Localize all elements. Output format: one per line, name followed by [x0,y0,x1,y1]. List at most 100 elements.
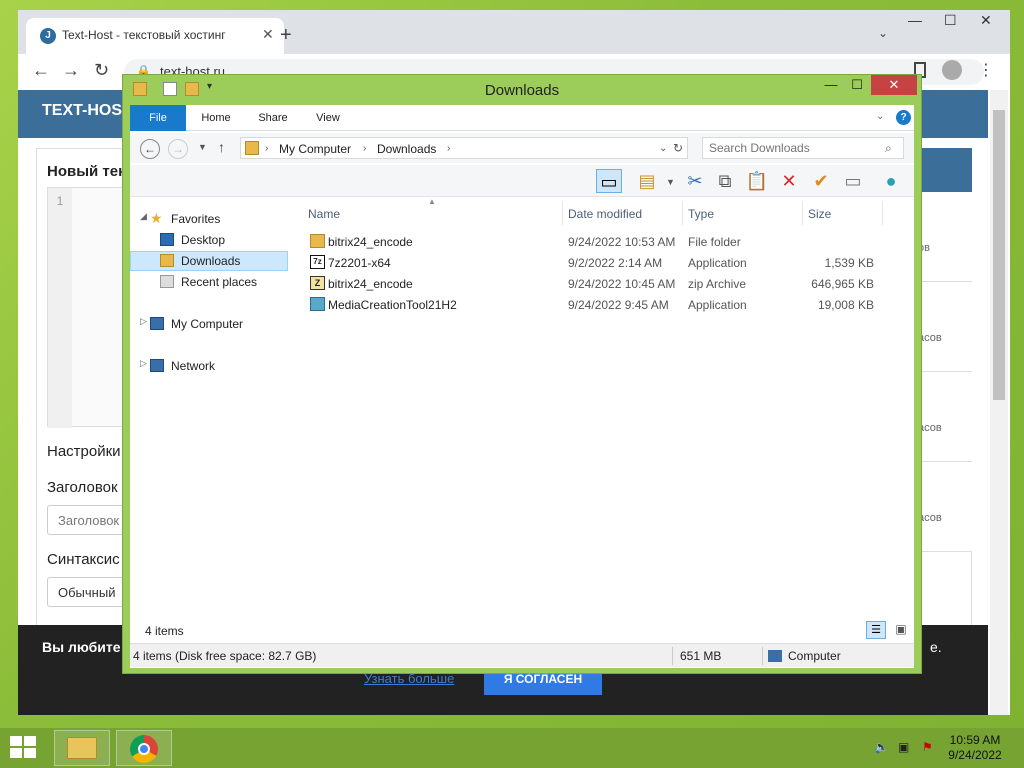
new-tab-button[interactable]: + [280,24,292,47]
breadcrumb-root[interactable]: My Computer [279,142,351,156]
menu-icon[interactable]: ⋮ [978,60,994,80]
nav-my-computer[interactable]: ▷ My Computer [130,314,288,334]
maximize-icon[interactable]: ☐ [843,75,871,95]
location-status: Computer [788,649,841,663]
search-input[interactable] [709,141,879,155]
cookie-message-tail: е. [930,639,942,655]
new-folder-icon[interactable]: ▤ [634,169,660,193]
recent-locations-icon[interactable]: ▼ [198,142,207,152]
column-divider[interactable] [682,201,683,225]
selection-size: 651 MB [680,649,722,663]
tab-search-icon[interactable]: ⌄ [878,26,888,40]
copy-icon[interactable]: ⧉ [712,169,738,193]
network-icon[interactable]: ▣ [898,740,909,754]
address-dropdown-icon[interactable]: ⌄ [659,143,667,154]
site-logo[interactable]: TEXT-HOST [42,102,132,120]
reload-icon[interactable]: ↻ [94,60,109,81]
settings-heading: Настройки [47,443,121,460]
chevron-right-icon[interactable]: › [265,143,268,154]
file-row[interactable]: MediaCreationTool21H2 9/24/2022 9:45 AM … [300,294,900,315]
tab-home[interactable]: Home [186,105,246,131]
clock[interactable]: 10:59 AM 9/24/2022 [940,733,1010,763]
rename-icon[interactable]: ✔ [808,169,834,193]
folder-icon [310,234,325,248]
action-center-icon[interactable]: ⚑ [922,740,933,754]
web-icon[interactable]: ● [878,169,904,193]
ribbon-tabs: File Home Share View ⌄ ? [130,105,914,131]
file-row[interactable]: bitrix24_encode 9/24/2022 10:53 AM File … [300,231,900,252]
scrollbar-thumb[interactable] [993,110,1005,400]
column-size[interactable]: Size [808,207,831,221]
page-scrollbar[interactable] [990,90,1008,715]
address-bar[interactable]: › My Computer › Downloads › ⌄ ↻ [240,137,688,159]
item-count: 4 items [145,624,184,638]
nav-favorites[interactable]: ◢ ★ Favorites [130,209,288,229]
syntax-label: Синтаксис [47,551,120,568]
refresh-icon[interactable]: ↻ [673,141,683,155]
properties-icon[interactable]: ▭ [840,169,866,193]
details-view-icon[interactable]: ☰ [866,621,886,639]
column-divider[interactable] [562,201,563,225]
cookie-message: Вы любите [42,639,121,655]
preview-pane-icon[interactable]: ▭ [596,169,622,193]
chevron-right-icon[interactable]: › [447,143,450,154]
address-row: ← → ▼ ↑ › My Computer › Downloads › ⌄ ↻ … [130,133,914,163]
back-icon[interactable]: ← [32,60,50,81]
column-date-modified[interactable]: Date modified [568,207,642,221]
nav-desktop[interactable]: Desktop [130,230,288,250]
help-icon[interactable]: ? [896,110,911,125]
nav-downloads[interactable]: Downloads [130,251,288,271]
column-name[interactable]: Name [308,207,340,221]
explorer-content: File Home Share View ⌄ ? ← → ▼ ↑ › My Co… [130,105,914,668]
chrome-icon [130,735,158,763]
close-icon[interactable]: ✕ [980,12,992,29]
desktop-icon [160,233,174,246]
chevron-right-icon[interactable]: › [363,143,366,154]
disk-space-status: 4 items (Disk free space: 82.7 GB) [133,649,317,663]
file-explorer-taskbar-button[interactable] [54,730,110,766]
minimize-icon[interactable]: — [817,75,845,95]
volume-muted-icon[interactable]: 🔈 [874,740,889,754]
nav-recent-places[interactable]: Recent places [130,272,288,292]
close-button[interactable]: ✕ [871,75,917,95]
expand-icon: ▷ [140,316,147,326]
minimize-icon[interactable]: — [908,12,922,28]
line-number: 1 [48,188,72,428]
back-icon[interactable]: ← [140,139,160,159]
clock-date: 9/24/2022 [948,748,1002,762]
favicon-icon: J [40,28,56,44]
ribbon-expand-icon[interactable]: ⌄ [876,111,884,122]
expand-icon: ◢ [140,211,147,221]
file-row[interactable]: 7z 7z2201-x64 9/2/2022 2:14 AM Applicati… [300,252,900,273]
tab-close-icon[interactable]: ✕ [262,26,274,43]
sort-indicator-icon: ▲ [428,197,436,206]
forward-icon[interactable]: → [168,139,188,159]
search-box[interactable]: ⌕ [702,137,904,159]
nav-network[interactable]: ▷ Network [130,356,288,376]
recent-places-icon [160,275,174,288]
paste-icon[interactable]: 📋 [744,169,770,193]
tab-file[interactable]: File [130,105,186,131]
browser-tab[interactable]: J Text-Host - текстовый хостинг ✕ [26,18,284,54]
breadcrumb-folder[interactable]: Downloads [377,142,436,156]
forward-icon[interactable]: → [62,60,80,81]
delete-icon[interactable]: ✕ [776,169,802,193]
column-divider[interactable] [802,201,803,225]
profile-avatar[interactable] [942,60,962,80]
explorer-titlebar[interactable]: ▾ Downloads — ☐ ✕ [123,75,921,105]
column-divider[interactable] [882,201,883,225]
column-type[interactable]: Type [688,207,714,221]
file-row[interactable]: Z bitrix24_encode 9/24/2022 10:45 AM zip… [300,273,900,294]
cut-icon[interactable]: ✂ [682,169,708,193]
chrome-taskbar-button[interactable] [116,730,172,766]
tab-share[interactable]: Share [246,105,300,131]
7zip-icon: 7z [310,255,325,269]
title-label: Заголовок [47,479,118,496]
tab-view[interactable]: View [300,105,356,131]
dropdown-icon[interactable]: ▼ [666,177,675,187]
large-icons-view-icon[interactable]: ▣ [892,621,910,639]
taskbar: 🔈 ▣ ⚑ 10:59 AM 9/24/2022 [0,728,1024,768]
up-icon[interactable]: ↑ [218,139,225,155]
maximize-icon[interactable]: ☐ [944,12,957,29]
start-button[interactable] [10,736,38,760]
